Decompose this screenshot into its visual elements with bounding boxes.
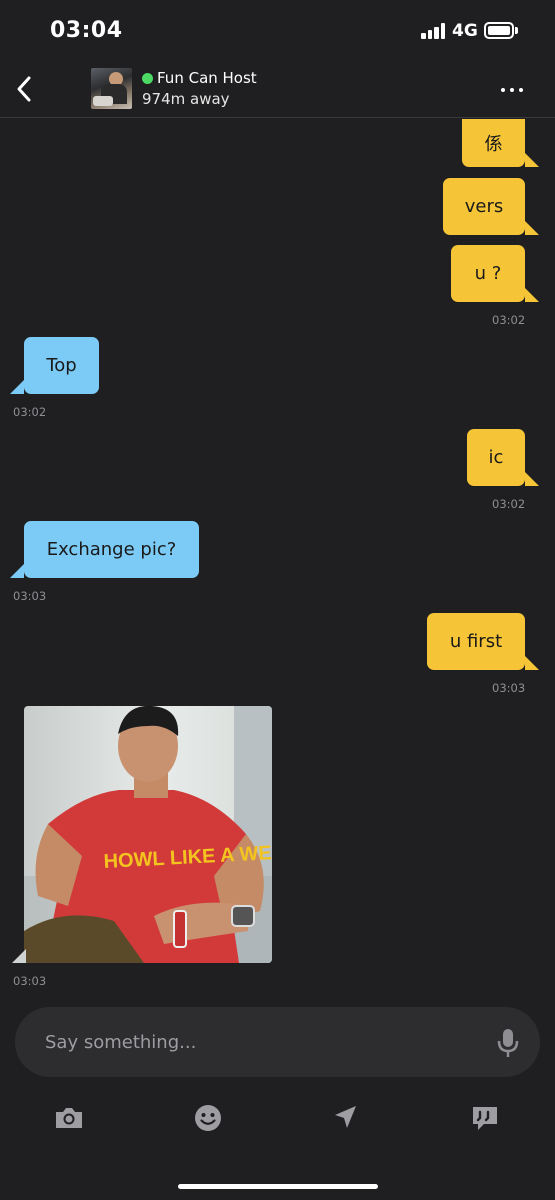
battery-nub [515, 27, 518, 34]
bubble-tail [10, 380, 24, 394]
quick-reply-icon [473, 1107, 497, 1130]
bubble-tail [525, 153, 539, 167]
photo-message[interactable]: HOWL LIKE A WEREWOLF [24, 706, 272, 963]
message-timestamp: 03:03 [13, 974, 47, 988]
outgoing-message[interactable]: vers [443, 178, 525, 235]
home-indicator[interactable] [178, 1184, 378, 1189]
outgoing-message[interactable]: u first [427, 613, 525, 670]
message-timestamp: 03:03 [492, 681, 526, 695]
back-button[interactable] [14, 74, 40, 104]
bubble-tail [525, 472, 539, 486]
message-timestamp: 03:02 [492, 313, 526, 327]
outgoing-message[interactable]: ic [467, 429, 525, 486]
back-chevron-icon [17, 76, 31, 102]
incoming-message[interactable]: Exchange pic? [24, 521, 199, 578]
message-timestamp: 03:02 [13, 405, 47, 419]
message-text: Top [46, 355, 77, 376]
message-input[interactable] [45, 1029, 465, 1055]
online-status-dot [142, 73, 153, 84]
bubble-tail [525, 656, 539, 670]
cellular-signal-icon [421, 23, 447, 39]
chat-header: Fun Can Host 974m away [0, 62, 555, 118]
status-bar: 03:04 4G [0, 0, 555, 62]
emoji-button[interactable] [192, 1103, 224, 1133]
message-text: u ? [474, 263, 502, 284]
quick-reply-button[interactable] [469, 1103, 501, 1133]
contact-distance: 974m away [142, 90, 230, 108]
network-type: 4G [452, 21, 478, 41]
incoming-message[interactable]: Top [24, 337, 99, 394]
photo-image: HOWL LIKE A WEREWOLF [24, 706, 272, 963]
more-dots-icon [501, 88, 505, 92]
bubble-tail [525, 221, 539, 235]
message-text: Exchange pic? [46, 539, 177, 560]
outgoing-message[interactable]: u ? [451, 245, 525, 302]
message-input-bar [15, 1007, 540, 1077]
message-text: u first [449, 631, 503, 652]
bubble-tail [12, 949, 26, 963]
outgoing-message[interactable]: 係 [462, 119, 525, 167]
camera-button[interactable] [53, 1103, 85, 1133]
camera-icon [56, 1108, 82, 1128]
avatar[interactable] [91, 68, 132, 109]
message-text: vers [464, 196, 504, 217]
voice-message-button[interactable] [497, 1027, 519, 1059]
bubble-tail [525, 288, 539, 302]
message-timestamp: 03:02 [492, 497, 526, 511]
emoji-icon [195, 1105, 221, 1131]
location-button[interactable] [330, 1103, 362, 1133]
location-icon [335, 1106, 356, 1128]
battery-icon [484, 22, 514, 39]
message-list[interactable]: 係 vers u ? 03:02 Top 03:02 ic 03:02 Exch… [0, 119, 555, 999]
bubble-tail [10, 564, 24, 578]
message-timestamp: 03:03 [13, 589, 47, 603]
status-time: 03:04 [50, 18, 123, 43]
more-options-button[interactable] [497, 82, 529, 98]
contact-name[interactable]: Fun Can Host [157, 69, 257, 87]
message-text: 係 [484, 134, 503, 155]
message-text: ic [488, 447, 504, 468]
microphone-icon [497, 1029, 519, 1057]
chat-toolbar [0, 1095, 555, 1139]
